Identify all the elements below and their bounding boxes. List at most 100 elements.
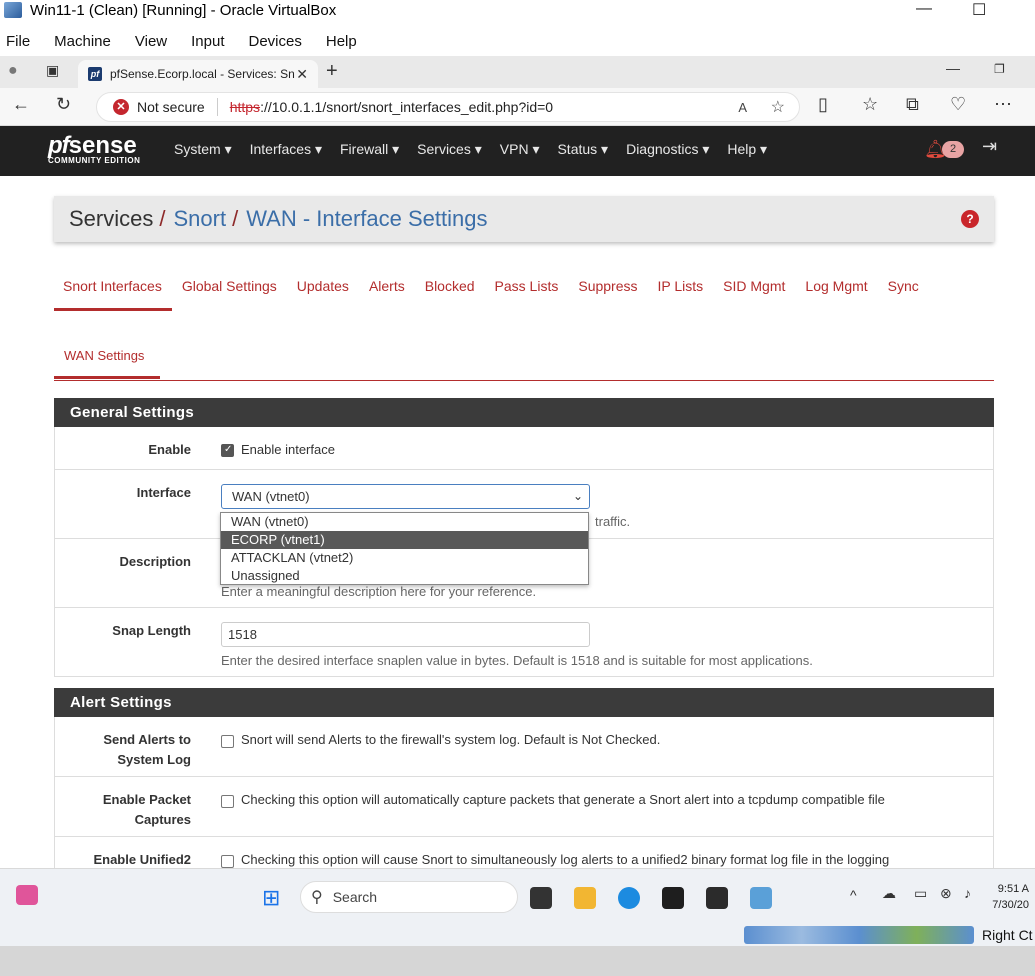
interface-hint: traffic. bbox=[595, 514, 631, 529]
interface-option-wan[interactable]: WAN (vtnet0) bbox=[221, 513, 588, 531]
menu-machine[interactable]: Machine bbox=[54, 33, 111, 50]
vbox-titlebar: Win11-1 (Clean) [Running] - Oracle Virtu… bbox=[0, 0, 1035, 20]
interface-select[interactable]: WAN (vtnet0) ⌄ bbox=[221, 484, 590, 509]
tab-ip-lists[interactable]: IP Lists bbox=[658, 278, 704, 294]
send-alerts-checkbox[interactable] bbox=[221, 735, 234, 748]
tab-suppress[interactable]: Suppress bbox=[578, 278, 637, 294]
packet-capture-label-1: Enable Packet bbox=[102, 792, 191, 807]
chevron-up-icon[interactable]: ^ bbox=[850, 887, 857, 903]
favorites-icon[interactable]: ☆ bbox=[862, 94, 878, 115]
nav-diagnostics[interactable]: Diagnostics ▾ bbox=[626, 141, 709, 158]
interface-option-attacklan[interactable]: ATTACKLAN (vtnet2) bbox=[221, 549, 588, 567]
profile-icon[interactable]: ● bbox=[8, 62, 18, 80]
enable-checkbox[interactable] bbox=[221, 444, 234, 457]
menu-input[interactable]: Input bbox=[191, 33, 224, 50]
notification-count[interactable]: 2 bbox=[942, 141, 964, 158]
minimize-icon[interactable]: — bbox=[916, 0, 932, 18]
browser-tabbar: ● ▣ pf pfSense.Ecorp.local - Services: S… bbox=[0, 56, 1035, 88]
tab-snort-interfaces[interactable]: Snort Interfaces bbox=[63, 278, 162, 294]
address-toolbar: ← ↻ ✕ Not secure https ://10.0.1.1/snort… bbox=[0, 88, 1035, 126]
browser-essentials-icon[interactable]: ♡ bbox=[950, 94, 966, 115]
split-screen-icon[interactable]: ▯ bbox=[818, 94, 828, 115]
not-secure-label: Not secure bbox=[137, 99, 205, 115]
address-bar[interactable]: ✕ Not secure https ://10.0.1.1/snort/sno… bbox=[96, 92, 800, 122]
new-tab-icon[interactable]: + bbox=[326, 60, 338, 83]
tab-alerts[interactable]: Alerts bbox=[369, 278, 405, 294]
tab-wan-settings[interactable]: WAN Settings bbox=[64, 348, 144, 363]
breadcrumb-current[interactable]: WAN - Interface Settings bbox=[246, 206, 487, 232]
snaplen-input[interactable]: 1518 bbox=[221, 622, 590, 647]
packet-capture-text: Checking this option will automatically … bbox=[241, 792, 885, 807]
display-icon[interactable]: ▭ bbox=[914, 885, 927, 902]
packet-capture-row: Enable Packet Captures Checking this opt… bbox=[54, 777, 994, 837]
onedrive-icon[interactable]: ☁ bbox=[882, 885, 896, 902]
snaplen-row: Snap Length 1518 Enter the desired inter… bbox=[54, 608, 994, 677]
terminal-icon[interactable] bbox=[706, 887, 728, 909]
task-view-icon[interactable] bbox=[530, 887, 552, 909]
browser-tab[interactable]: pf pfSense.Ecorp.local - Services: Sn ✕ bbox=[78, 60, 318, 88]
unified2-checkbox[interactable] bbox=[221, 855, 234, 868]
browser-minimize-icon[interactable]: — bbox=[946, 60, 960, 76]
logout-icon[interactable]: ⇥ bbox=[982, 136, 997, 157]
more-options-icon[interactable]: ⋯ bbox=[994, 94, 1012, 115]
interface-option-unassigned[interactable]: Unassigned bbox=[221, 567, 588, 585]
pfsense-logo[interactable]: pfsense COMMUNITY EDITION bbox=[48, 132, 140, 165]
url-path: ://10.0.1.1/snort/snort_interfaces_edit.… bbox=[260, 99, 554, 115]
menu-file[interactable]: File bbox=[6, 33, 30, 50]
help-icon[interactable]: ? bbox=[961, 210, 979, 228]
tab-log-mgmt[interactable]: Log Mgmt bbox=[805, 278, 867, 294]
menu-devices[interactable]: Devices bbox=[249, 33, 302, 50]
unified2-label: Enable Unified2 bbox=[93, 852, 191, 867]
nav-help[interactable]: Help ▾ bbox=[727, 141, 767, 158]
nav-firewall[interactable]: Firewall ▾ bbox=[340, 141, 399, 158]
nav-vpn[interactable]: VPN ▾ bbox=[500, 141, 540, 158]
tab-pass-lists[interactable]: Pass Lists bbox=[495, 278, 559, 294]
file-explorer-icon[interactable] bbox=[574, 887, 596, 909]
tab-sync[interactable]: Sync bbox=[888, 278, 919, 294]
snaplen-label: Snap Length bbox=[112, 623, 191, 638]
volume-icon[interactable]: ♪ bbox=[964, 885, 971, 901]
edge-icon[interactable] bbox=[618, 887, 640, 909]
tab-blocked[interactable]: Blocked bbox=[425, 278, 475, 294]
taskbar-clock[interactable]: 9:51 A 7/30/20 bbox=[992, 881, 1029, 913]
enable-label: Enable bbox=[148, 442, 191, 457]
favorite-star-icon[interactable]: ☆ bbox=[771, 97, 785, 117]
breadcrumb-services: Services bbox=[69, 206, 154, 231]
vbox-statusbar: Right Ct bbox=[0, 924, 1035, 946]
breadcrumb-snort[interactable]: Snort bbox=[173, 206, 226, 232]
vbox-title: Win11-1 (Clean) [Running] - Oracle Virtu… bbox=[30, 1, 337, 19]
interface-option-ecorp[interactable]: ECORP (vtnet1) bbox=[221, 531, 588, 549]
tab-global-settings[interactable]: Global Settings bbox=[182, 278, 277, 294]
packet-capture-checkbox[interactable] bbox=[221, 795, 234, 808]
browser-restore-icon[interactable]: ❐ bbox=[994, 62, 1005, 76]
description-label: Description bbox=[119, 554, 191, 569]
start-icon[interactable]: ⊞ bbox=[262, 885, 280, 911]
maximize-icon[interactable]: ☐ bbox=[972, 0, 986, 20]
tab-sid-mgmt[interactable]: SID Mgmt bbox=[723, 278, 785, 294]
general-settings-header: General Settings bbox=[54, 398, 994, 427]
collections-icon[interactable]: ⧉ bbox=[906, 94, 919, 115]
back-icon[interactable]: ← bbox=[12, 94, 30, 115]
nav-services[interactable]: Services ▾ bbox=[417, 141, 482, 158]
nav-system[interactable]: System ▾ bbox=[174, 141, 232, 158]
tab-updates[interactable]: Updates bbox=[297, 278, 349, 294]
menu-view[interactable]: View bbox=[135, 33, 167, 50]
widgets-icon[interactable] bbox=[16, 885, 38, 905]
vbox-device-icons[interactable] bbox=[744, 926, 974, 944]
pfsense-navbar: pfsense COMMUNITY EDITION System ▾ Inter… bbox=[0, 126, 1035, 176]
nav-interfaces[interactable]: Interfaces ▾ bbox=[250, 141, 322, 158]
host-taskbar-strip bbox=[0, 946, 1035, 976]
close-tab-icon[interactable]: ✕ bbox=[296, 66, 308, 83]
nav-status[interactable]: Status ▾ bbox=[557, 141, 608, 158]
cmd-icon[interactable] bbox=[662, 887, 684, 909]
network-icon[interactable]: ⊗ bbox=[940, 885, 952, 902]
menu-help[interactable]: Help bbox=[326, 33, 357, 50]
active-tab-indicator bbox=[54, 308, 172, 311]
read-aloud-icon[interactable]: A bbox=[738, 100, 747, 115]
description-hint: Enter a meaningful description here for … bbox=[221, 584, 537, 599]
network-app-icon[interactable] bbox=[750, 887, 772, 909]
send-alerts-label-2: System Log bbox=[117, 752, 191, 767]
refresh-icon[interactable]: ↻ bbox=[56, 94, 71, 115]
tab-actions-icon[interactable]: ▣ bbox=[46, 62, 59, 79]
taskbar-search[interactable]: ⚲ Search bbox=[300, 881, 518, 913]
